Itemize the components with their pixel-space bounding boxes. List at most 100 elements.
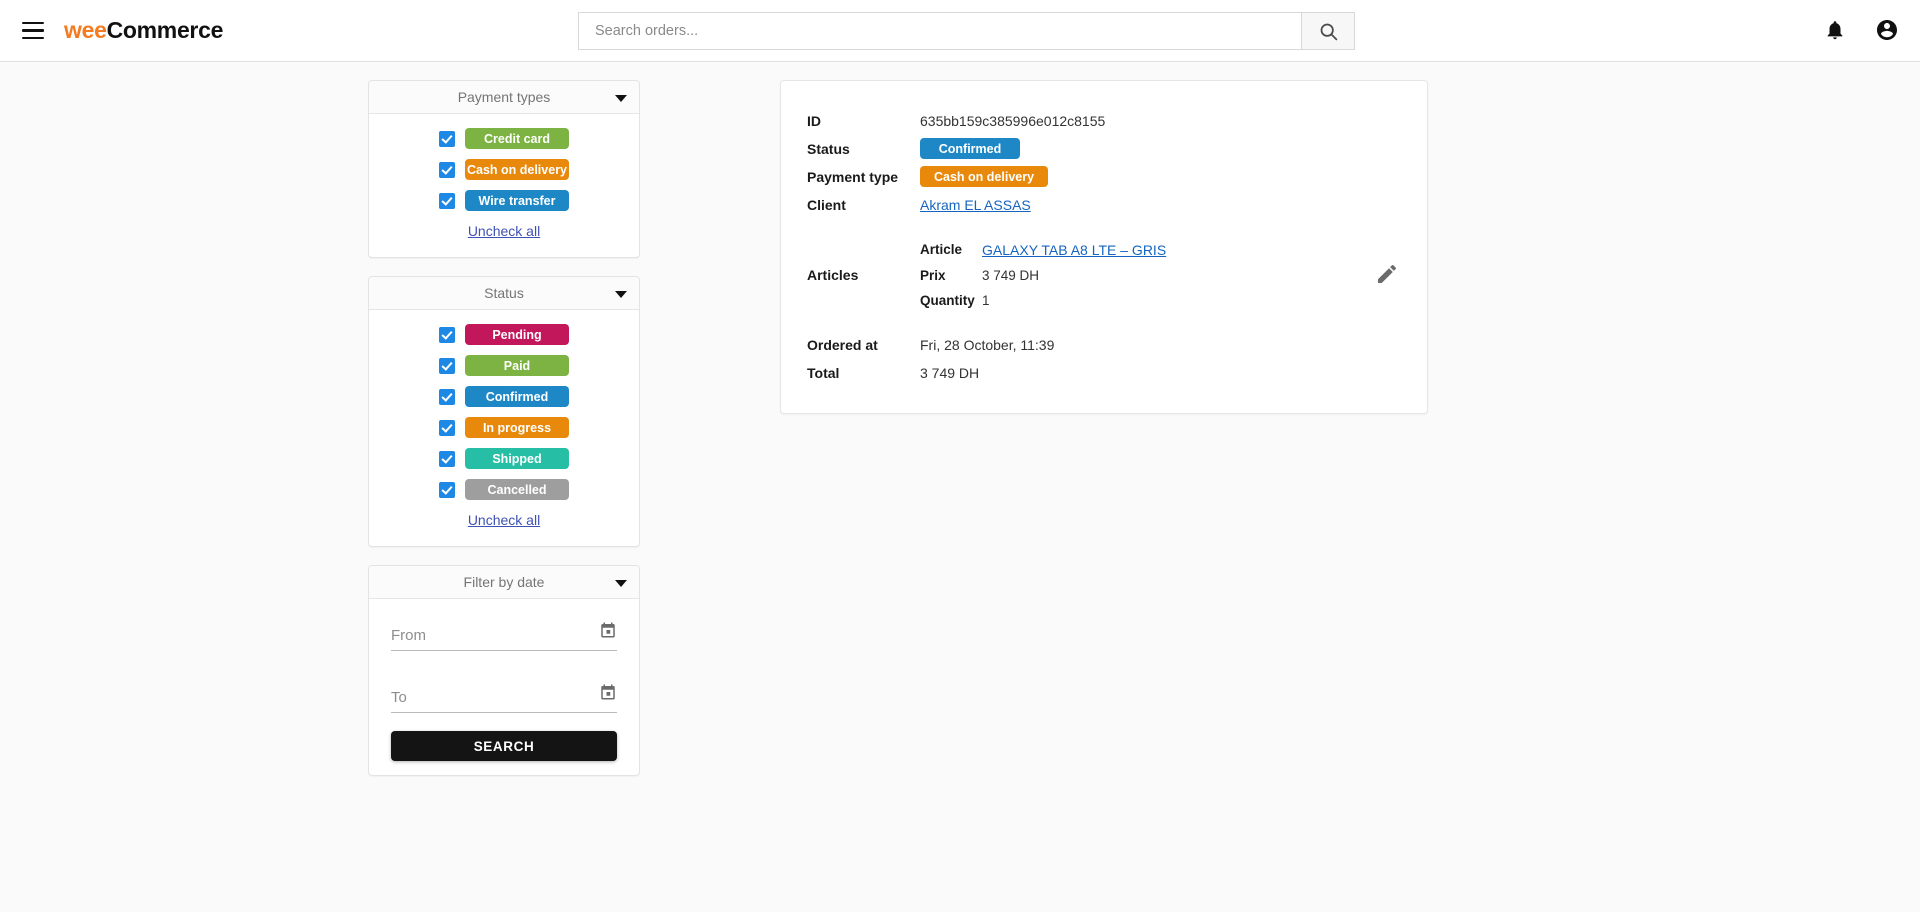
checkbox-cancelled[interactable] bbox=[439, 481, 455, 498]
date-to-field bbox=[391, 683, 617, 713]
quantity-label: Quantity bbox=[920, 293, 975, 308]
order-ordered-at-label: Ordered at bbox=[807, 337, 878, 353]
article-value-cell: GALAXY TAB A8 LTE – GRIS bbox=[982, 237, 1401, 263]
status-option[interactable]: Cancelled bbox=[369, 479, 639, 500]
notifications-button[interactable] bbox=[1822, 18, 1848, 44]
search-input[interactable] bbox=[578, 12, 1301, 50]
status-option[interactable]: In progress bbox=[369, 417, 639, 438]
date-to-input[interactable] bbox=[391, 683, 617, 711]
status-option[interactable]: Shipped bbox=[369, 448, 639, 469]
account-button[interactable] bbox=[1874, 18, 1900, 44]
status-option[interactable]: Paid bbox=[369, 355, 639, 376]
date-search-button[interactable]: SEARCH bbox=[391, 731, 617, 761]
order-articles-row: Articles Article GALAXY TAB A8 LTE – GRI… bbox=[807, 237, 1401, 313]
search-bar bbox=[578, 12, 1355, 50]
order-total-label: Total bbox=[807, 365, 840, 381]
account-circle-icon bbox=[1875, 18, 1899, 45]
order-status-badge: Confirmed bbox=[920, 138, 1020, 159]
chevron-down-icon[interactable] bbox=[615, 95, 627, 102]
badge-credit-card[interactable]: Credit card bbox=[465, 128, 569, 149]
checkbox-credit-card[interactable] bbox=[439, 130, 455, 147]
hamburger-menu-icon[interactable] bbox=[18, 16, 48, 46]
prix-value: 3 749 DH bbox=[982, 268, 1040, 283]
payment-types-uncheck-all-link[interactable]: Uncheck all bbox=[468, 223, 540, 239]
order-client-label: Client bbox=[807, 197, 846, 213]
article-link[interactable]: GALAXY TAB A8 LTE – GRIS bbox=[982, 242, 1166, 258]
badge-pending[interactable]: Pending bbox=[465, 324, 569, 345]
payment-type-option[interactable]: Cash on delivery bbox=[369, 159, 639, 180]
date-from-field bbox=[391, 621, 617, 651]
order-detail-grid: ID 635bb159c385996e012c8155 Status Confi… bbox=[807, 107, 1401, 219]
order-article-details: Article GALAXY TAB A8 LTE – GRIS Prix 3 … bbox=[920, 237, 1401, 313]
checkbox-confirmed[interactable] bbox=[439, 388, 455, 405]
chevron-down-icon[interactable] bbox=[615, 580, 627, 587]
date-filter-panel: Filter by date From To SEARCH bbox=[368, 565, 640, 776]
order-status-cell: Confirmed bbox=[920, 135, 1401, 162]
order-total-value: 3 749 DH bbox=[920, 365, 980, 381]
date-filter-title: Filter by date bbox=[463, 574, 545, 590]
filters-sidebar: Payment types Credit card Cash on delive… bbox=[368, 80, 640, 794]
search-button[interactable] bbox=[1301, 12, 1355, 50]
order-client-link[interactable]: Akram EL ASSAS bbox=[920, 197, 1031, 213]
brand-logo[interactable]: weeCommerce bbox=[64, 17, 223, 44]
hamburger-line bbox=[22, 36, 44, 40]
badge-confirmed[interactable]: Confirmed bbox=[465, 386, 569, 407]
order-articles-label: Articles bbox=[807, 267, 859, 283]
order-footer-grid: Ordered at Fri, 28 October, 11:39 Total … bbox=[807, 331, 1401, 387]
calendar-icon[interactable] bbox=[599, 683, 617, 701]
hamburger-line bbox=[22, 29, 44, 32]
status-option[interactable]: Pending bbox=[369, 324, 639, 345]
payment-types-panel-body: Credit card Cash on delivery Wire transf… bbox=[369, 114, 639, 257]
page-content: Payment types Credit card Cash on delive… bbox=[0, 62, 1920, 912]
date-filter-panel-body: SEARCH bbox=[369, 599, 639, 761]
badge-paid[interactable]: Paid bbox=[465, 355, 569, 376]
order-id-label: ID bbox=[807, 113, 821, 129]
checkbox-in-progress[interactable] bbox=[439, 419, 455, 436]
search-icon bbox=[1318, 21, 1339, 42]
status-uncheck-wrap: Uncheck all bbox=[369, 512, 639, 530]
badge-in-progress[interactable]: In progress bbox=[465, 417, 569, 438]
status-uncheck-all-link[interactable]: Uncheck all bbox=[468, 512, 540, 528]
order-id-value: 635bb159c385996e012c8155 bbox=[920, 113, 1106, 129]
article-label: Article bbox=[920, 242, 963, 257]
checkbox-paid[interactable] bbox=[439, 357, 455, 374]
checkbox-cash-on-delivery[interactable] bbox=[439, 161, 455, 178]
quantity-value: 1 bbox=[982, 293, 990, 308]
order-ordered-at-value: Fri, 28 October, 11:39 bbox=[920, 337, 1055, 353]
payment-type-option[interactable]: Wire transfer bbox=[369, 190, 639, 211]
payment-type-option[interactable]: Credit card bbox=[369, 128, 639, 149]
status-title: Status bbox=[484, 285, 524, 301]
order-status-label: Status bbox=[807, 141, 850, 157]
payment-types-panel-header[interactable]: Payment types bbox=[369, 81, 639, 114]
order-payment-type-badge: Cash on delivery bbox=[920, 166, 1049, 187]
badge-shipped[interactable]: Shipped bbox=[465, 448, 569, 469]
status-option[interactable]: Confirmed bbox=[369, 386, 639, 407]
order-payment-type-label: Payment type bbox=[807, 169, 899, 185]
status-panel-header[interactable]: Status bbox=[369, 277, 639, 310]
chevron-down-icon[interactable] bbox=[615, 291, 627, 298]
payment-types-panel: Payment types Credit card Cash on delive… bbox=[368, 80, 640, 258]
calendar-icon[interactable] bbox=[599, 621, 617, 639]
order-detail-card: ID 635bb159c385996e012c8155 Status Confi… bbox=[780, 80, 1428, 414]
date-from-input[interactable] bbox=[391, 621, 617, 649]
badge-wire-transfer[interactable]: Wire transfer bbox=[465, 190, 569, 211]
status-panel-body: Pending Paid Confirmed In progress Shipp… bbox=[369, 310, 639, 546]
order-client-cell: Akram EL ASSAS bbox=[920, 191, 1401, 219]
order-payment-type-cell: Cash on delivery bbox=[920, 163, 1401, 190]
checkbox-pending[interactable] bbox=[439, 326, 455, 343]
hamburger-line bbox=[22, 21, 44, 25]
header-actions bbox=[1822, 0, 1900, 62]
checkbox-wire-transfer[interactable] bbox=[439, 192, 455, 209]
app-header: weeCommerce bbox=[0, 0, 1920, 62]
badge-cash-on-delivery[interactable]: Cash on delivery bbox=[465, 159, 569, 180]
brand-logo-secondary: Commerce bbox=[106, 17, 224, 43]
pencil-edit-icon bbox=[1375, 264, 1399, 289]
brand-logo-primary: wee bbox=[64, 17, 107, 43]
bell-icon bbox=[1824, 19, 1846, 44]
edit-order-button[interactable] bbox=[1375, 262, 1399, 286]
date-filter-panel-header[interactable]: Filter by date bbox=[369, 566, 639, 599]
checkbox-shipped[interactable] bbox=[439, 450, 455, 467]
payment-types-uncheck-wrap: Uncheck all bbox=[369, 223, 639, 241]
payment-types-title: Payment types bbox=[457, 89, 551, 105]
badge-cancelled[interactable]: Cancelled bbox=[465, 479, 569, 500]
